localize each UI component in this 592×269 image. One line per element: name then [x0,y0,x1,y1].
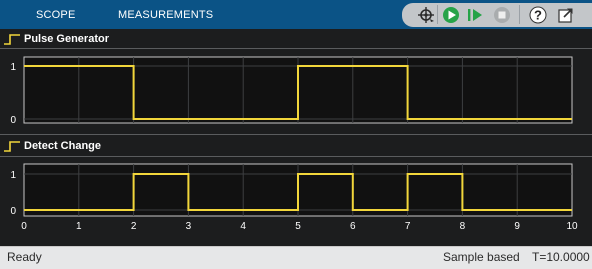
y-tick-label: 1 [10,170,16,181]
x-tick-label: 10 [566,221,578,232]
x-tick-label: 7 [405,221,411,232]
x-tick-label: 3 [186,221,192,232]
status-ready: Ready [7,250,42,264]
status-sample-mode: Sample based [443,250,520,264]
status-bar: Ready Sample based T=10.0000 [0,246,592,269]
x-tick-label: 6 [350,221,356,232]
x-tick-label: 4 [240,221,246,232]
y-tick-label: 0 [10,206,16,217]
x-tick-label: 9 [514,221,520,232]
x-tick-label: 1 [76,221,82,232]
detect-change-plot[interactable]: 010 1 2 3 4 5 6 7 8 9 10 [0,0,592,268]
x-tick-label: 5 [295,221,301,232]
x-tick-label: 2 [131,221,137,232]
x-tick-label: 8 [460,221,466,232]
status-time: T=10.0000 [532,250,590,264]
x-tick-label: 0 [21,221,27,232]
